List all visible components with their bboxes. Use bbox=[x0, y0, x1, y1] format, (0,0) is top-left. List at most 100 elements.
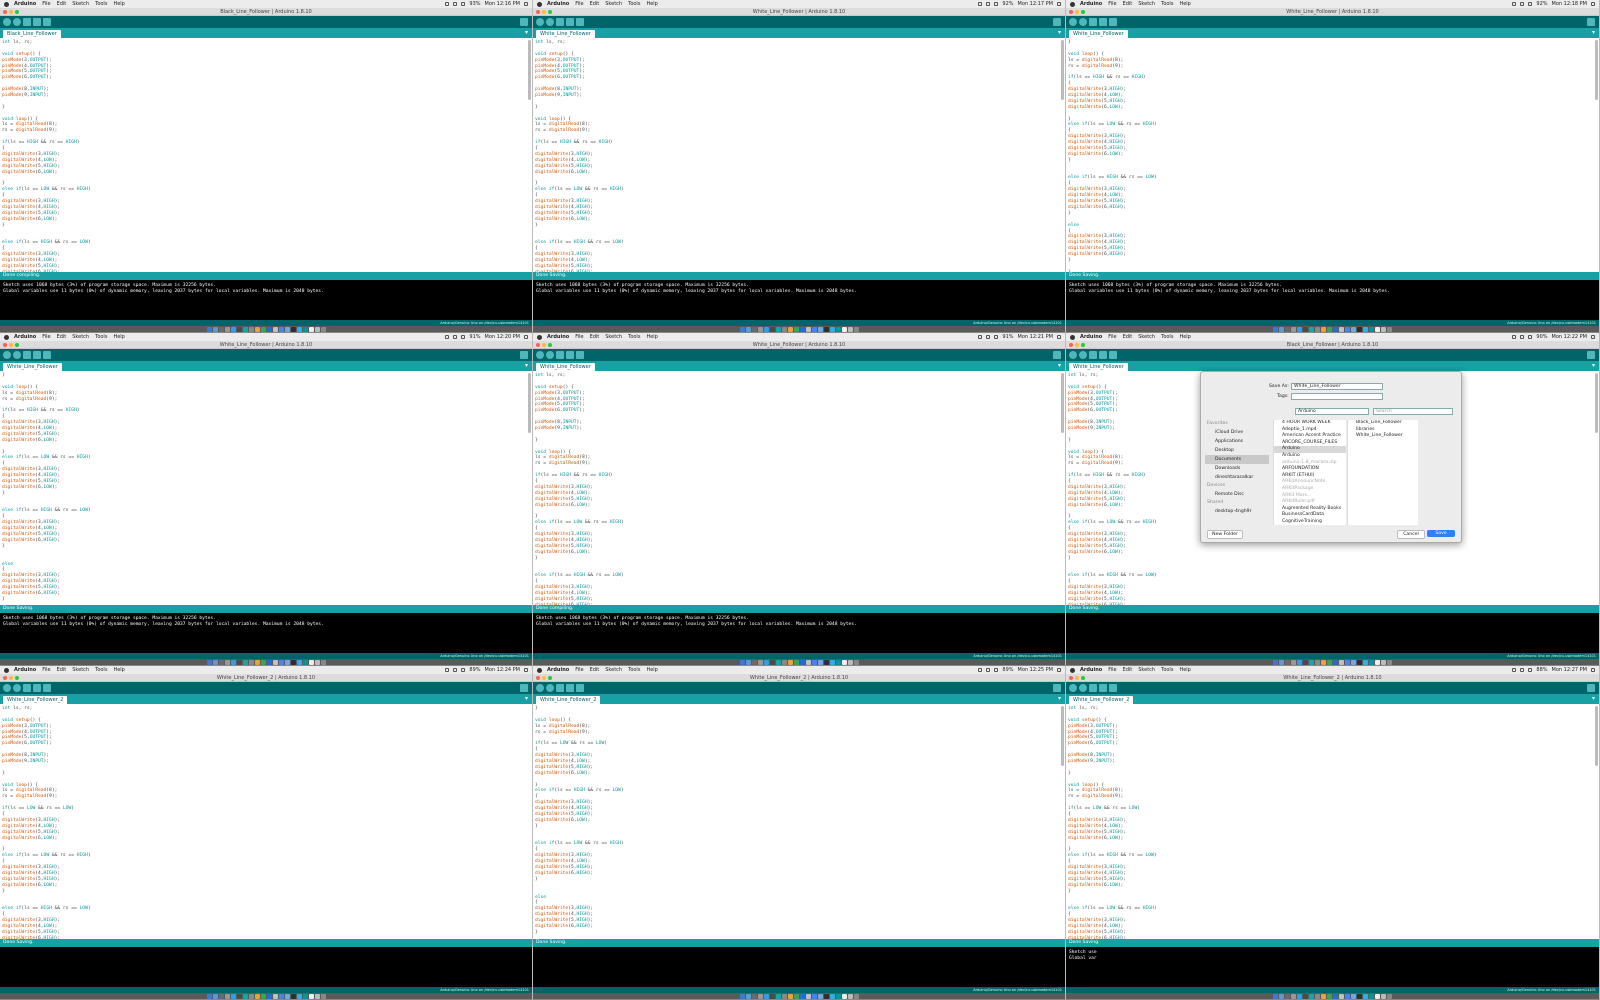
open-sketch-button[interactable] bbox=[1099, 351, 1107, 359]
volume-icon[interactable] bbox=[986, 2, 991, 6]
apple-icon[interactable] bbox=[1070, 667, 1075, 673]
serial-monitor-button[interactable] bbox=[520, 684, 528, 692]
sketch-tab[interactable]: Black_Line_Follower bbox=[3, 30, 61, 38]
dock-app-icon[interactable] bbox=[781, 993, 787, 999]
dock-app-icon[interactable] bbox=[320, 993, 326, 999]
finder-item[interactable]: ARFOUNDATION bbox=[1274, 466, 1346, 473]
dock-app-icon[interactable] bbox=[757, 993, 763, 999]
dock-app-icon[interactable] bbox=[308, 659, 314, 665]
volume-icon[interactable] bbox=[986, 668, 991, 672]
dock-app-icon[interactable] bbox=[769, 993, 775, 999]
dock-app-icon[interactable] bbox=[835, 326, 841, 332]
dock-app-icon[interactable] bbox=[1273, 659, 1278, 665]
save-sketch-button[interactable] bbox=[43, 351, 51, 359]
dock-app-icon[interactable] bbox=[751, 993, 757, 999]
zoom-window-icon[interactable] bbox=[15, 10, 19, 14]
zoom-window-icon[interactable] bbox=[15, 343, 19, 347]
dock-app-icon[interactable] bbox=[793, 993, 799, 999]
finder-item[interactable]: Arduino bbox=[1274, 446, 1346, 453]
save-as-input[interactable]: White_Line_Follower bbox=[1291, 383, 1383, 390]
editor-scrollbar[interactable] bbox=[1061, 373, 1064, 433]
new-sketch-button[interactable] bbox=[1089, 351, 1097, 359]
menu-item[interactable]: Sketch bbox=[605, 333, 622, 341]
new-sketch-button[interactable] bbox=[1089, 684, 1097, 692]
menu-app-name[interactable]: Arduino bbox=[547, 666, 569, 674]
dock-app-icon[interactable] bbox=[236, 659, 242, 665]
dock-app-icon[interactable] bbox=[853, 659, 859, 665]
menu-item[interactable]: Edit bbox=[57, 333, 67, 341]
menubar-clock[interactable]: Mon 12:24 PM bbox=[485, 666, 520, 674]
dock-app-icon[interactable] bbox=[230, 326, 236, 332]
menu-item[interactable]: File bbox=[575, 333, 583, 341]
dock-app-icon[interactable] bbox=[272, 659, 278, 665]
dock-app-icon[interactable] bbox=[260, 993, 266, 999]
tab-menu-arrow-icon[interactable]: ▾ bbox=[1058, 30, 1061, 36]
dock-app-icon[interactable] bbox=[1273, 993, 1278, 999]
dock-app-icon[interactable] bbox=[242, 993, 248, 999]
close-window-icon[interactable] bbox=[536, 676, 540, 680]
dock-app-icon[interactable] bbox=[1375, 659, 1380, 665]
volume-icon[interactable] bbox=[986, 335, 991, 339]
apple-icon[interactable] bbox=[4, 667, 9, 673]
dock-app-icon[interactable] bbox=[1351, 659, 1356, 665]
minimize-window-icon[interactable] bbox=[9, 676, 13, 680]
save-sketch-button[interactable] bbox=[576, 351, 584, 359]
menu-app-name[interactable]: Arduino bbox=[1080, 0, 1102, 8]
dock-app-icon[interactable] bbox=[817, 326, 823, 332]
dock-app-icon[interactable] bbox=[751, 326, 757, 332]
tab-menu-arrow-icon[interactable]: ▾ bbox=[1058, 363, 1061, 369]
editor-scrollbar[interactable] bbox=[528, 373, 531, 433]
dock-app-icon[interactable] bbox=[1327, 326, 1332, 332]
menu-app-name[interactable]: Arduino bbox=[14, 666, 36, 674]
dock-app-icon[interactable] bbox=[775, 326, 781, 332]
volume-icon[interactable] bbox=[453, 668, 458, 672]
dock-app-icon[interactable] bbox=[793, 326, 799, 332]
open-sketch-button[interactable] bbox=[33, 351, 41, 359]
dock-app-icon[interactable] bbox=[775, 659, 781, 665]
dock-app-icon[interactable] bbox=[212, 326, 218, 332]
close-window-icon[interactable] bbox=[536, 10, 540, 14]
menu-item[interactable]: Edit bbox=[57, 666, 67, 674]
menu-item[interactable]: Help bbox=[113, 333, 124, 341]
dock-app-icon[interactable] bbox=[751, 659, 757, 665]
spotlight-icon[interactable] bbox=[524, 2, 528, 6]
menubar-clock[interactable]: Mon 12:20 PM bbox=[485, 333, 520, 341]
new-sketch-button[interactable] bbox=[556, 684, 564, 692]
code-editor[interactable]: int ls, rs; void setup() {pinMode(3,OUTPU… bbox=[533, 38, 1065, 272]
menu-item[interactable]: File bbox=[575, 666, 583, 674]
spotlight-icon[interactable] bbox=[1591, 2, 1595, 6]
dock-app-icon[interactable] bbox=[1273, 326, 1278, 332]
dock-app-icon[interactable] bbox=[290, 993, 296, 999]
dock-app-icon[interactable] bbox=[1315, 326, 1320, 332]
dock-app-icon[interactable] bbox=[1339, 659, 1344, 665]
new-sketch-button[interactable] bbox=[1089, 18, 1097, 26]
dock-app-icon[interactable] bbox=[248, 326, 254, 332]
code-editor[interactable]: } void loop() {ls = digitalRead(8); rs = d… bbox=[1066, 38, 1599, 272]
dock-app-icon[interactable] bbox=[1303, 326, 1308, 332]
sidebar-favorite-item[interactable]: Documents bbox=[1205, 455, 1269, 464]
tab-menu-arrow-icon[interactable]: ▾ bbox=[525, 30, 528, 36]
upload-button[interactable] bbox=[13, 684, 21, 692]
sketch-tab[interactable]: White_Line_Follower bbox=[1069, 363, 1128, 371]
apple-icon[interactable] bbox=[537, 667, 542, 673]
dock-app-icon[interactable] bbox=[1309, 659, 1314, 665]
dock-app-icon[interactable] bbox=[1369, 659, 1374, 665]
menu-item[interactable]: Help bbox=[113, 0, 124, 8]
dock-app-icon[interactable] bbox=[1381, 326, 1386, 332]
serial-monitor-button[interactable] bbox=[1053, 684, 1061, 692]
apple-icon[interactable] bbox=[1070, 1, 1075, 7]
menu-item[interactable]: Sketch bbox=[605, 666, 622, 674]
dock-app-icon[interactable] bbox=[835, 993, 841, 999]
dock-app-icon[interactable] bbox=[248, 659, 254, 665]
zoom-window-icon[interactable] bbox=[1081, 10, 1085, 14]
dock-app-icon[interactable] bbox=[1285, 659, 1290, 665]
dock-app-icon[interactable] bbox=[296, 993, 302, 999]
editor-scrollbar[interactable] bbox=[1061, 706, 1064, 766]
dock-app-icon[interactable] bbox=[1363, 326, 1368, 332]
dock-app-icon[interactable] bbox=[1321, 659, 1326, 665]
finder-item[interactable]: 4 HOUR WORK WEEK bbox=[1274, 420, 1346, 427]
dock-app-icon[interactable] bbox=[254, 659, 260, 665]
wifi-icon[interactable] bbox=[978, 2, 983, 6]
dock-app-icon[interactable] bbox=[787, 326, 793, 332]
menu-item[interactable]: File bbox=[1108, 666, 1116, 674]
